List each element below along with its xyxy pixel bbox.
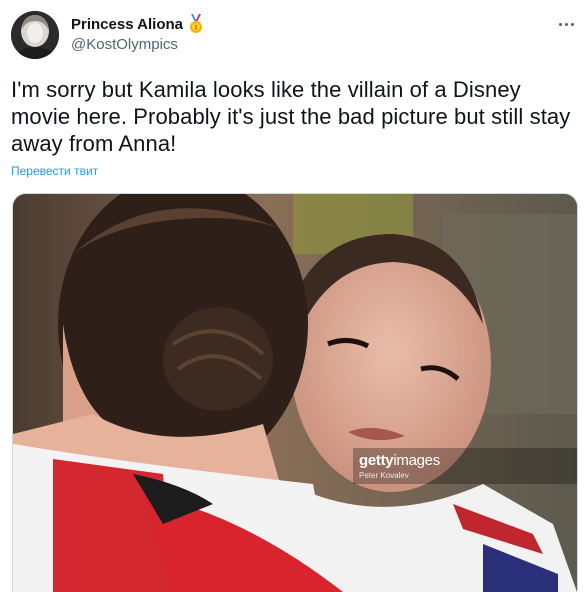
watermark-credit: Peter Kovalev xyxy=(359,471,409,480)
avatar[interactable] xyxy=(11,11,59,59)
more-options-button[interactable] xyxy=(553,14,579,34)
display-name[interactable]: Princess Aliona xyxy=(71,16,183,33)
svg-text:1: 1 xyxy=(194,25,198,32)
gold-medal-icon: 1 xyxy=(187,14,205,34)
more-dots-icon xyxy=(558,22,562,26)
tweet-text: I'm sorry but Kamila looks like the vill… xyxy=(11,77,571,156)
getty-images-watermark: gettyimages Peter Kovalev xyxy=(353,448,577,484)
tweet-photo[interactable]: gettyimages Peter Kovalev xyxy=(12,193,578,592)
translate-tweet-link[interactable]: Перевести твит xyxy=(11,164,98,178)
watermark-brand: gettyimages xyxy=(359,452,440,469)
author-handle[interactable]: @KostOlympics xyxy=(71,36,178,53)
tweet-card: Princess Aliona 1 @KostOlympics I'm sorr… xyxy=(0,0,587,592)
author-name-row: Princess Aliona 1 xyxy=(71,14,205,34)
